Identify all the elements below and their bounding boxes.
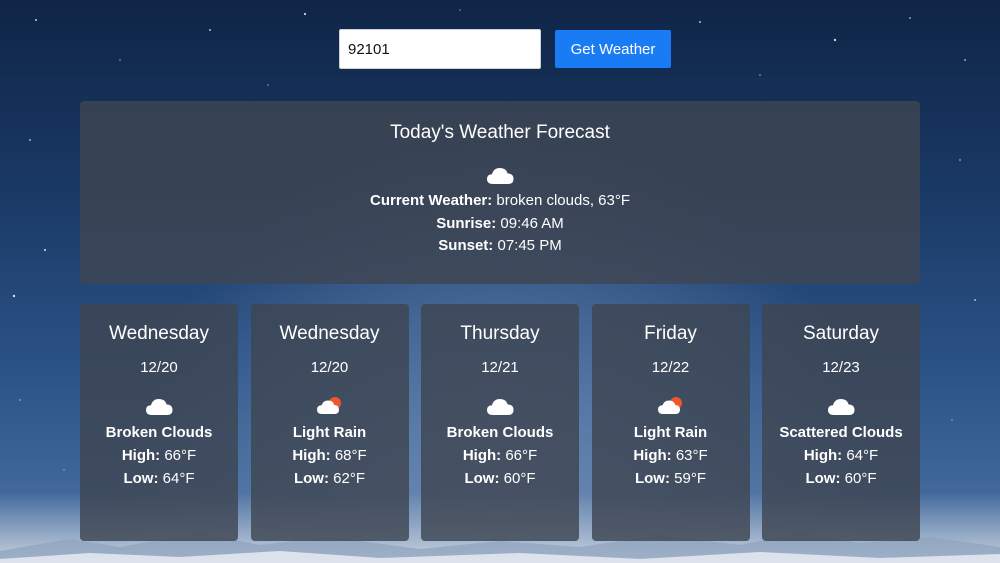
forecast-description: Scattered Clouds	[779, 424, 903, 441]
forecast-low: Low: 60°F	[464, 470, 536, 487]
forecast-high: High: 66°F	[462, 447, 538, 464]
forecast-description: Light Rain	[633, 424, 708, 441]
sunset-line: Sunset: 07:45 PM	[438, 237, 562, 254]
forecast-day-name: Wednesday	[279, 323, 380, 344]
forecast-low: Low: 59°F	[634, 470, 707, 487]
forecast-date: 12/23	[822, 359, 860, 376]
scattered-clouds-icon	[828, 399, 855, 415]
light-rain-icon	[657, 397, 682, 414]
forecast-low: Low: 64°F	[123, 470, 195, 487]
broken-clouds-icon	[487, 399, 514, 415]
broken-clouds-icon	[146, 399, 173, 415]
forecast-description: Broken Clouds	[446, 424, 554, 441]
today-forecast-panel: Today's Weather Forecast Current Weather…	[80, 101, 920, 284]
forecast-day-name: Saturday	[802, 323, 880, 344]
forecast-description: Broken Clouds	[105, 424, 213, 441]
current-weather-line: Current Weather: broken clouds, 63°F	[370, 192, 630, 209]
forecast-card: Wednesday 12/20 Light Rain High: 68°F Lo…	[250, 304, 409, 541]
forecast-high: High: 68°F	[292, 447, 367, 464]
forecast-low: Low: 60°F	[805, 470, 877, 487]
forecast-card: Wednesday 12/20 Broken Clouds High: 66°F…	[80, 304, 238, 541]
forecast-date: 12/21	[481, 359, 519, 376]
zip-code-input[interactable]	[339, 29, 541, 69]
forecast-high: High: 66°F	[121, 447, 197, 464]
forecast-card: Thursday 12/21 Broken Clouds High: 66°F …	[421, 304, 579, 541]
sunrise-line: Sunrise: 09:46 AM	[436, 214, 564, 232]
forecast-description: Light Rain	[292, 424, 367, 441]
forecast-high: High: 64°F	[803, 447, 879, 464]
forecast-date: 12/22	[651, 359, 690, 376]
forecast-low: Low: 62°F	[293, 470, 366, 487]
get-weather-button[interactable]: Get Weather	[555, 30, 671, 68]
forecast-card: Saturday 12/23 Scattered Clouds High: 64…	[762, 304, 920, 541]
forecast-high: High: 63°F	[633, 447, 708, 464]
today-forecast-title: Today's Weather Forecast	[390, 122, 610, 143]
current-weather-value: broken clouds, 63°F	[496, 192, 630, 209]
light-rain-icon	[316, 397, 341, 414]
search-bar: Get Weather	[339, 29, 671, 69]
five-day-forecast: Wednesday 12/20 Broken Clouds High: 66°F…	[80, 304, 920, 541]
sunset-value: 07:45 PM	[497, 237, 562, 254]
forecast-day-name: Thursday	[460, 323, 540, 344]
broken-clouds-icon	[487, 168, 514, 184]
forecast-day-name: Friday	[644, 323, 697, 344]
sunrise-value: 09:46 AM	[500, 214, 564, 232]
forecast-day-name: Wednesday	[109, 323, 209, 344]
forecast-card: Friday 12/22 Light Rain High: 63°F Low: …	[591, 304, 750, 541]
forecast-date: 12/20	[140, 359, 178, 376]
forecast-date: 12/20	[310, 359, 349, 376]
